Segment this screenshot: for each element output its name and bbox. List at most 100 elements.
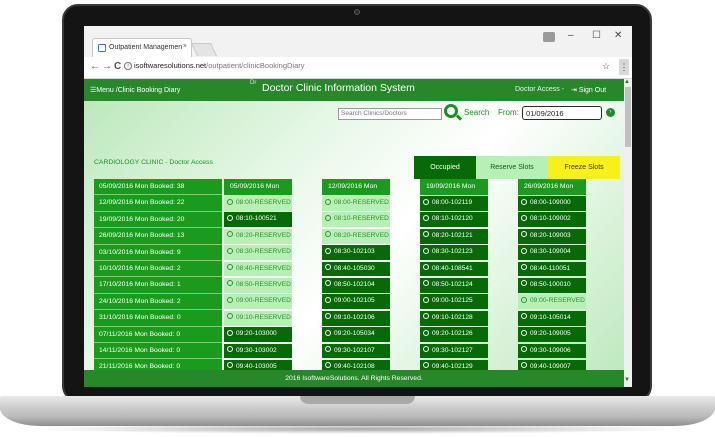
minimize-button[interactable]: – (568, 30, 574, 41)
booked-date-item[interactable]: 10/10/2016 Mon Booked: 2 (94, 260, 222, 278)
clock-icon (423, 296, 429, 303)
time-slot[interactable]: 09:00-RESERVED (224, 294, 292, 310)
slot-label: 09:20-109005 (530, 330, 571, 338)
time-slot[interactable]: 09:00-102105 (322, 294, 390, 310)
time-slot[interactable]: 08:10-102120 (420, 212, 488, 228)
slot-label: 08:50-102104 (334, 280, 375, 288)
slot-label: 09:40-109007 (530, 362, 571, 370)
scroll-down-icon[interactable]: ▼ (624, 377, 630, 383)
clock-icon (521, 362, 527, 369)
time-slot[interactable]: 08:40-105030 (322, 261, 390, 277)
booked-date-item[interactable]: 14/11/2016 Mon Booked: 0 (94, 342, 222, 360)
url-field[interactable]: isoftwaresolutions.net/outpatient/clinic… (134, 61, 305, 70)
slot-label: 09:10-102128 (432, 313, 473, 321)
clock-icon (325, 313, 331, 320)
laptop-base-notch (300, 396, 415, 404)
clock-icon (521, 198, 527, 205)
browser-menu-icon[interactable]: ⋮ (619, 59, 629, 75)
app-footer: 2016 IsoftwareSolutions. All Rights Rese… (84, 370, 624, 387)
time-slot[interactable]: 09:30-103002 (224, 343, 292, 359)
legend-reserve-slots[interactable]: Reserve Slots (476, 156, 548, 179)
scroll-up-icon[interactable]: ▲ (624, 79, 630, 85)
menu-button[interactable]: ☰Menu /Clinic Booking Diary (90, 86, 180, 94)
time-slot[interactable]: 09:10-RESERVED (224, 310, 292, 326)
from-date-input[interactable]: 01/09/2016 (522, 106, 602, 120)
time-slot[interactable]: 08:00-102119 (420, 196, 488, 211)
reload-button[interactable]: C (114, 61, 121, 72)
time-slot[interactable]: 08:50-100010 (518, 277, 586, 293)
new-tab-button[interactable] (190, 43, 218, 56)
search-input[interactable]: Search Clinics/Doctors (338, 108, 442, 120)
time-slot[interactable]: 09:00-RESERVED (518, 294, 586, 310)
time-slot[interactable]: 08:30-109004 (518, 245, 586, 260)
booked-date-item[interactable]: 07/11/2016 Mon Booked: 0 (94, 326, 222, 343)
slot-label: 09:30-102127 (432, 346, 473, 354)
time-slot[interactable]: 08:00-RESERVED (322, 196, 390, 211)
time-slot[interactable]: 08:10-100521 (224, 212, 292, 228)
time-slot[interactable]: 09:20-103000 (224, 327, 292, 342)
slot-label: 08:40-105030 (334, 264, 375, 272)
search-icon[interactable] (444, 104, 458, 118)
time-slot[interactable]: 08:10-109002 (518, 212, 586, 228)
bookmark-star-icon[interactable]: ☆ (602, 61, 610, 72)
slot-label: 09:20-102126 (432, 330, 473, 338)
time-slot[interactable]: 08:20-RESERVED (224, 228, 292, 244)
time-slot[interactable]: 08:20-RESERVED (322, 228, 390, 244)
page-scrollbar[interactable]: ▲ ▼ (624, 79, 632, 387)
booked-date-item[interactable]: 05/09/2016 Mon Booked: 38 (94, 179, 222, 196)
slot-label: 08:00-RESERVED (236, 199, 291, 206)
clock-icon (521, 329, 527, 336)
time-slot[interactable]: 09:00-102125 (420, 294, 488, 310)
booked-date-item[interactable]: 31/10/2016 Mon Booked: 0 (94, 310, 222, 327)
time-slot[interactable]: 08:40-110051 (518, 261, 586, 277)
time-slot[interactable]: 09:20-102126 (420, 327, 488, 342)
time-slot[interactable]: 09:20-109005 (518, 327, 586, 342)
tab-close-icon[interactable]: × (183, 43, 187, 50)
slot-label: 08:10-100521 (236, 215, 277, 223)
time-slot[interactable]: 08:00-109000 (518, 196, 586, 211)
booked-date-item[interactable]: 24/10/2016 Mon Booked: 2 (94, 293, 222, 311)
legend-freeze-slots[interactable]: Freeze Slots (548, 156, 620, 179)
sign-out-button[interactable]: ⇥ Sign Out (571, 86, 606, 94)
search-button[interactable]: Search (464, 108, 489, 117)
time-slot[interactable]: 09:10-102106 (322, 310, 390, 326)
close-window-button[interactable]: ✕ (614, 30, 622, 41)
from-label: From: (498, 108, 519, 117)
time-slot[interactable]: 08:50-102104 (322, 277, 390, 293)
time-slot[interactable]: 09:30-102127 (420, 343, 488, 359)
day-header: 12/09/2016 Mon (322, 179, 390, 195)
booked-date-item[interactable]: 17/10/2016 Mon Booked: 1 (94, 277, 222, 294)
time-slot[interactable]: 08:50-RESERVED (224, 277, 292, 293)
time-slot[interactable]: 08:40-RESERVED (224, 261, 292, 277)
time-slot[interactable]: 09:20-105034 (322, 327, 390, 342)
slot-label: 09:40-102129 (432, 362, 473, 370)
time-slot[interactable]: 08:20-102121 (420, 228, 488, 244)
booked-date-item[interactable]: 03/10/2016 Mon Booked: 9 (94, 244, 222, 261)
booked-date-item[interactable]: 26/09/2016 Mon Booked: 13 (94, 228, 222, 245)
maximize-button[interactable]: ☐ (592, 30, 601, 41)
time-slot[interactable]: 09:10-105014 (518, 310, 586, 326)
time-slot[interactable]: 08:30-RESERVED (224, 245, 292, 260)
breadcrumb[interactable]: /Clinic Booking Diary (116, 87, 181, 94)
time-slot[interactable]: 08:30-102123 (420, 245, 488, 260)
forward-button[interactable]: → (102, 61, 112, 72)
booked-date-item[interactable]: 19/09/2016 Mon Booked: 20 (94, 211, 222, 229)
time-slot[interactable]: 08:50-102124 (420, 277, 488, 293)
time-slot[interactable]: 08:40-108541 (420, 261, 488, 277)
profile-icon[interactable] (543, 32, 555, 42)
time-slot[interactable]: 09:30-109006 (518, 343, 586, 359)
time-slot[interactable]: 09:30-102107 (322, 343, 390, 359)
time-slot[interactable]: 08:20-109003 (518, 228, 586, 244)
booked-date-item[interactable]: 12/09/2016 Mon Booked: 22 (94, 195, 222, 212)
go-arrow-icon[interactable]: › (606, 108, 615, 117)
url-path: /outpatient/clinicBookingDiary (206, 61, 305, 70)
browser-tab[interactable]: Outpatient Managemen × (92, 38, 192, 57)
back-button[interactable]: ← (90, 61, 100, 72)
time-slot[interactable]: 09:10-102128 (420, 310, 488, 326)
time-slot[interactable]: 08:10-RESERVED (322, 212, 390, 228)
scroll-thumb[interactable] (625, 87, 631, 147)
time-slot[interactable]: 08:30-102103 (322, 245, 390, 260)
site-info-icon[interactable]: i (124, 62, 132, 70)
time-slot[interactable]: 08:00-RESERVED (224, 196, 292, 211)
clinic-title: CARDIOLOGY CLINIC - Doctor Access (94, 159, 213, 166)
